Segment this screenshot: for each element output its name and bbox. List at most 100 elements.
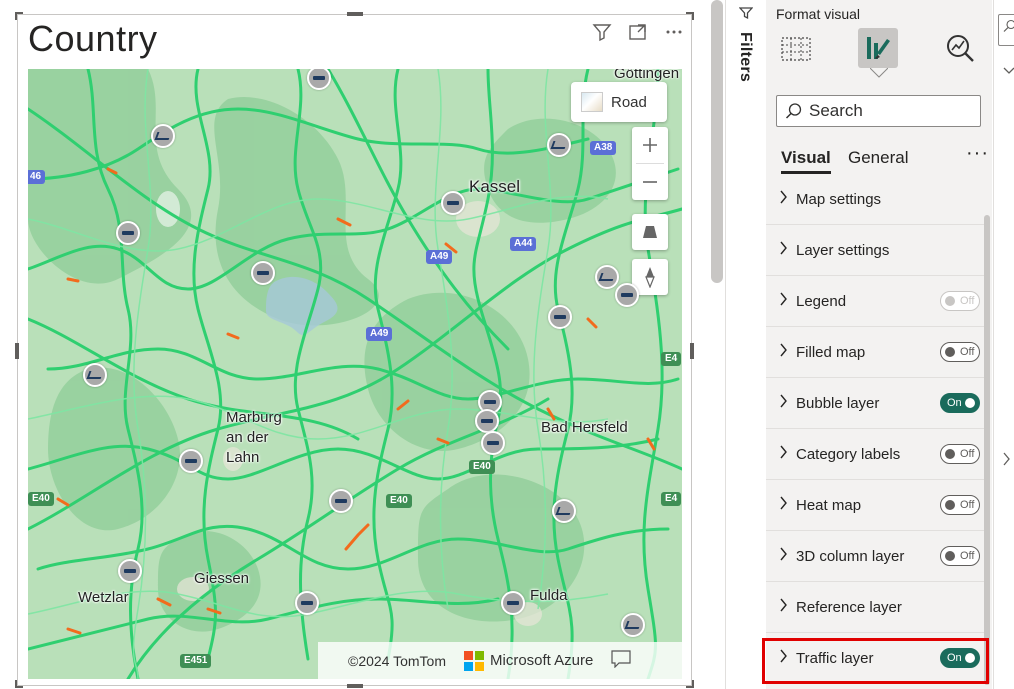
chevron-right-icon: [780, 190, 792, 209]
traffic-incident-marker[interactable]: [548, 305, 572, 329]
chevron-down-icon[interactable]: [1003, 62, 1014, 80]
traffic-incident-marker[interactable]: [179, 449, 203, 473]
highway-e40-shield: E40: [469, 460, 495, 474]
filters-pane-collapsed[interactable]: Filters: [725, 0, 765, 689]
analytics-magnifier-icon: [947, 35, 974, 62]
zoom-in-button[interactable]: [632, 127, 668, 163]
highway-a44-shield: A44: [510, 237, 537, 251]
3d-column-layer-toggle[interactable]: Off: [940, 546, 980, 566]
section-category-labels[interactable]: Category labels Off: [766, 429, 984, 480]
zoom-controls: [632, 127, 668, 200]
tilt-button[interactable]: [632, 214, 668, 250]
road-works-marker[interactable]: [552, 499, 576, 523]
traffic-layer-toggle[interactable]: On: [940, 648, 980, 668]
section-bubble-layer[interactable]: Bubble layer On: [766, 378, 984, 429]
resize-handle-top[interactable]: [347, 12, 363, 16]
zoom-out-button[interactable]: [632, 164, 668, 200]
table-grid-icon: [781, 37, 811, 61]
chevron-right-icon: [780, 343, 792, 362]
category-labels-toggle[interactable]: Off: [940, 444, 980, 464]
legend-toggle[interactable]: Off: [940, 291, 980, 311]
section-heat-map[interactable]: Heat map Off: [766, 480, 984, 531]
section-legend[interactable]: Legend Off: [766, 276, 984, 327]
map-canvas[interactable]: Road Göttingen Kassel Marburg an der Lah…: [28, 69, 682, 679]
traffic-incident-marker[interactable]: [329, 489, 353, 513]
section-reference-layer[interactable]: Reference layer: [766, 582, 984, 633]
traffic-incident-marker[interactable]: [501, 591, 525, 615]
chevron-right-icon: [780, 649, 792, 668]
resize-corner-tr[interactable]: [686, 12, 694, 20]
road-works-marker[interactable]: [547, 133, 571, 157]
analytics-tab[interactable]: [940, 28, 980, 68]
road-works-marker[interactable]: [595, 265, 619, 289]
pitch-control[interactable]: [632, 214, 668, 250]
map-style-button[interactable]: Road: [571, 82, 667, 122]
right-collapsed-pane: [993, 0, 1014, 689]
chevron-right-icon[interactable]: [1003, 452, 1011, 471]
tab-general[interactable]: General: [848, 148, 908, 168]
section-traffic-layer[interactable]: Traffic layer On: [766, 633, 984, 684]
traffic-incident-marker[interactable]: [475, 409, 499, 433]
section-map-settings[interactable]: Map settings: [766, 175, 984, 225]
bubble-layer-toggle[interactable]: On: [940, 393, 980, 413]
provider-text: Microsoft Azure: [490, 652, 594, 669]
city-gottingen: Göttingen: [614, 69, 680, 82]
highway-e4-shield-east: E4: [661, 352, 682, 366]
traffic-incident-marker[interactable]: [615, 283, 639, 307]
more-options-button[interactable]: ···: [966, 142, 989, 165]
section-3d-column-layer[interactable]: 3D column layer Off: [766, 531, 984, 582]
traffic-incident-marker[interactable]: [481, 431, 505, 455]
map-base-layer: [28, 69, 682, 679]
focus-mode-icon[interactable]: [627, 21, 649, 43]
city-giessen: Giessen: [194, 570, 250, 587]
highway-e451-shield: E451: [180, 654, 212, 668]
resize-corner-tl[interactable]: [15, 12, 23, 20]
section-filled-map[interactable]: Filled map Off: [766, 327, 984, 378]
filled-map-toggle[interactable]: Off: [940, 342, 980, 362]
filter-icon[interactable]: [591, 21, 613, 43]
search-input[interactable]: [809, 101, 969, 121]
filters-pane-label[interactable]: Filters: [736, 32, 754, 82]
heat-map-toggle[interactable]: Off: [940, 495, 980, 515]
canvas-scrollbar[interactable]: [711, 0, 723, 283]
build-visual-tab[interactable]: [776, 28, 816, 68]
traffic-incident-marker[interactable]: [441, 191, 465, 215]
resize-handle-bottom[interactable]: [347, 684, 363, 688]
format-search-box[interactable]: [776, 95, 981, 127]
compass-icon: [645, 267, 655, 288]
map-visual[interactable]: Country Road Göttingen Kassel Marburg an…: [15, 12, 694, 688]
city-fulda: Fulda: [530, 587, 568, 604]
traffic-incident-marker[interactable]: [251, 261, 275, 285]
format-visual-tab[interactable]: [858, 28, 898, 68]
format-pane-scrollbar[interactable]: [984, 215, 990, 685]
chevron-right-icon: [780, 598, 792, 617]
city-marburg-line2: an der: [226, 429, 269, 446]
highway-e4-shield-east-2: E4: [661, 492, 682, 506]
traffic-incident-marker[interactable]: [118, 559, 142, 583]
traffic-incident-marker[interactable]: [116, 221, 140, 245]
chevron-right-icon: [780, 547, 792, 566]
more-options-icon[interactable]: [663, 21, 685, 43]
format-pane-title: Format visual: [776, 6, 861, 22]
resize-corner-bl[interactable]: [15, 680, 23, 688]
pitch-icon: [643, 226, 657, 238]
highway-a49-shield-south: A49: [366, 327, 393, 341]
road-works-marker[interactable]: [621, 613, 645, 637]
section-layer-settings[interactable]: Layer settings: [766, 225, 984, 276]
city-wetzlar: Wetzlar: [78, 589, 129, 606]
canvas-scrollbar-thumb[interactable]: [711, 0, 723, 283]
filter-icon[interactable]: [738, 6, 754, 25]
data-pane-search-icon[interactable]: [998, 14, 1014, 46]
highway-e40-shield-west: E40: [28, 492, 54, 506]
plus-icon: [643, 138, 657, 152]
road-works-marker[interactable]: [83, 363, 107, 387]
resize-handle-left[interactable]: [15, 343, 19, 359]
resize-handle-right[interactable]: [690, 343, 694, 359]
chevron-right-icon: [780, 292, 792, 311]
traffic-incident-marker[interactable]: [295, 591, 319, 615]
resize-corner-br[interactable]: [686, 680, 694, 688]
tab-visual[interactable]: Visual: [781, 148, 831, 174]
road-works-marker[interactable]: [151, 124, 175, 148]
feedback-icon[interactable]: [611, 650, 631, 671]
city-marburg-line3: Lahn: [226, 449, 260, 466]
